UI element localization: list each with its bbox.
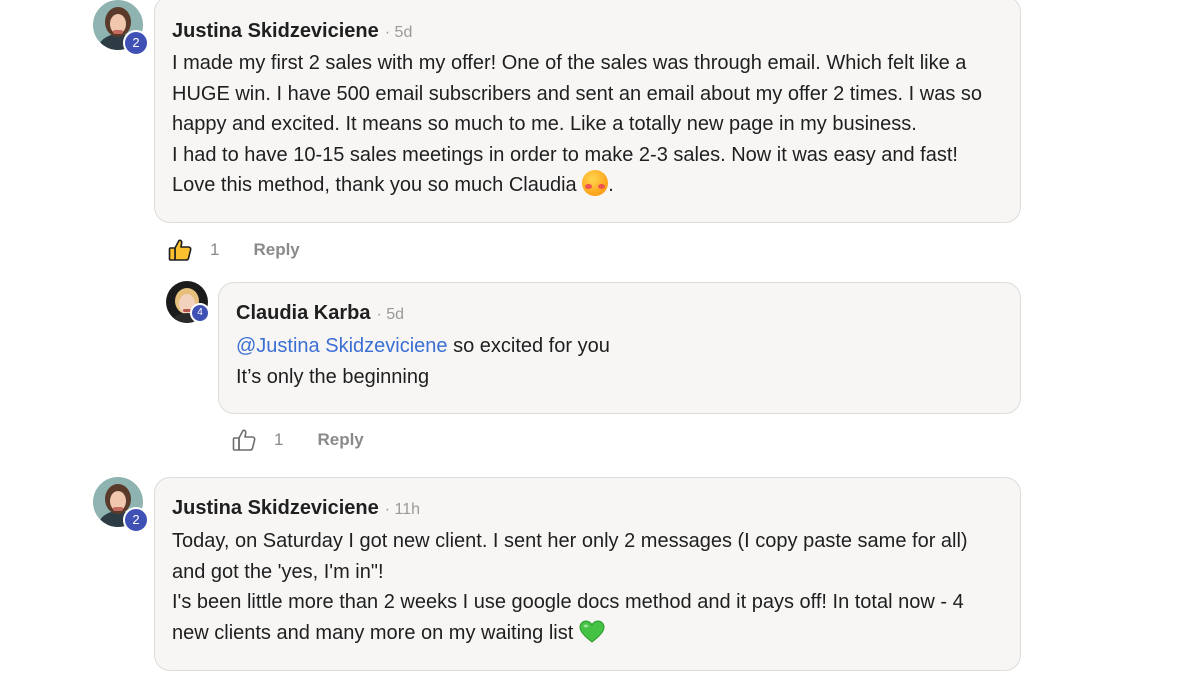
level-badge: 2 xyxy=(123,507,149,533)
comment-line: HUGE win. I have 500 email subscribers a… xyxy=(172,82,982,105)
comment-line: I had to have 10-15 sales meetings in or… xyxy=(172,143,958,166)
thumbs-up-icon[interactable] xyxy=(231,427,257,453)
comment-line-suffix: . xyxy=(608,174,614,197)
comment-actions: 1 Reply xyxy=(167,237,300,263)
author-name[interactable]: Justina Skidzeviciene xyxy=(172,20,379,42)
comment-text: Today, on Saturday I got new client. I s… xyxy=(172,526,968,648)
timestamp: · 11h xyxy=(384,501,421,518)
reply-button[interactable]: Reply xyxy=(253,240,299,260)
comment-line: It’s only the beginning xyxy=(236,365,430,388)
avatar[interactable]: 2 xyxy=(93,477,149,533)
author-line: Justina Skidzeviciene · 5d xyxy=(172,20,412,43)
comment-line: I's been little more than 2 weeks I use … xyxy=(172,591,964,614)
comment-line-text: so excited for you xyxy=(447,335,610,357)
like-count: 1 xyxy=(274,430,284,449)
avatar[interactable]: 2 xyxy=(93,0,149,56)
comment-line: I made my first 2 sales with my offer! O… xyxy=(172,52,967,74)
mention-link[interactable]: @Justina Skidzeviciene xyxy=(236,335,448,357)
comment-line: Today, on Saturday I got new client. I s… xyxy=(172,530,968,552)
timestamp: · 5d xyxy=(376,306,405,323)
comment-line: @Justina Skidzeviciene so excited for yo… xyxy=(236,331,610,362)
timestamp: · 5d xyxy=(384,24,413,41)
reply-button[interactable]: Reply xyxy=(317,430,363,450)
comment-line-text: Love this method, thank you so much Clau… xyxy=(172,174,577,197)
author-name[interactable]: Justina Skidzeviciene xyxy=(172,497,379,519)
like-count: 1 xyxy=(210,240,220,259)
author-line: Claudia Karba · 5d xyxy=(236,302,404,325)
thumbs-up-icon[interactable] xyxy=(167,237,193,263)
level-badge: 4 xyxy=(190,303,210,323)
avatar[interactable]: 4 xyxy=(166,281,210,323)
comment-actions: 1 Reply xyxy=(231,427,364,453)
comment-line-text: new clients and many more on my waiting … xyxy=(172,621,574,644)
smiling-face-with-hearts-icon xyxy=(582,170,609,197)
comment-text: @Justina Skidzeviciene so excited for yo… xyxy=(236,331,610,392)
author-line: Justina Skidzeviciene · 11h xyxy=(172,497,420,520)
green-heart-icon xyxy=(579,620,605,643)
comment-text: I made my first 2 sales with my offer! O… xyxy=(172,48,982,201)
comment-line-last: new clients and many more on my waiting … xyxy=(172,618,968,649)
level-badge: 2 xyxy=(123,30,149,56)
comment-line-last: Love this method, thank you so much Clau… xyxy=(172,170,982,201)
comment-line: happy and excited. It means so much to m… xyxy=(172,113,917,136)
author-name[interactable]: Claudia Karba xyxy=(236,302,370,324)
comment-line: and got the 'yes, I'm in"! xyxy=(172,560,384,583)
